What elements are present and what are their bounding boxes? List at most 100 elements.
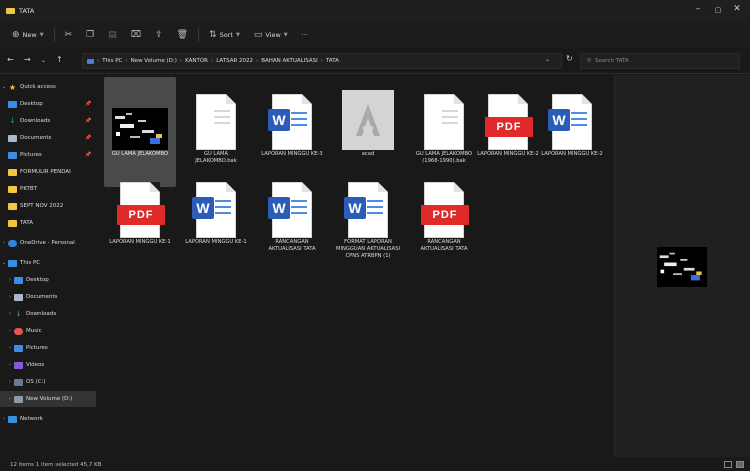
- pin-icon: 📌: [85, 101, 92, 107]
- search-box[interactable]: ⚲: [580, 53, 740, 69]
- divider: [53, 28, 55, 42]
- nav-desktop[interactable]: Desktop 📌: [0, 96, 96, 112]
- nav-pktbt[interactable]: PKTBT: [0, 181, 96, 197]
- desktop-icon: [14, 276, 23, 284]
- recent-chevron-icon[interactable]: ⌄: [41, 57, 46, 64]
- address-bar[interactable]: › This PC › New Volume (D:) › KANTOR › L…: [82, 53, 562, 69]
- nav-label: Documents: [20, 135, 52, 141]
- star-icon: ★: [8, 82, 17, 92]
- chevron-right-icon: ›: [9, 311, 11, 317]
- nav-label: Desktop: [20, 101, 43, 107]
- cloud-icon: [8, 239, 17, 247]
- nav-label: Downloads: [26, 311, 57, 317]
- file-item[interactable]: W FORMAT LAPORAN MINGGUAN AKTUALISASI CP…: [332, 165, 404, 275]
- word-document-icon: W: [548, 94, 592, 150]
- folder-icon: [8, 202, 17, 210]
- new-button[interactable]: ⊕ New ▼: [8, 27, 48, 43]
- forward-arrow-icon[interactable]: →: [24, 55, 31, 64]
- trash-icon: 🗑: [176, 30, 189, 40]
- drive-icon: [14, 395, 23, 403]
- word-document-icon: W: [268, 182, 312, 238]
- breadcrumb-separator: ›: [97, 58, 100, 64]
- chevron-right-icon: ›: [9, 362, 11, 368]
- chevron-right-icon: ›: [3, 416, 5, 422]
- command-bar: ⊕ New ▼ ✂ ❐ ▤ ⌧ ⇪ 🗑 ⇅ Sort ▼ ▭ View ▼ ··…: [0, 22, 750, 48]
- share-icon: ⇪: [155, 30, 163, 40]
- breadcrumb-tata[interactable]: TATA: [326, 58, 339, 64]
- breadcrumb-latsar[interactable]: LATSAR 2022: [216, 58, 253, 64]
- nav-onedrive[interactable]: › OneDrive - Personal: [0, 235, 96, 251]
- nav-pc-downloads[interactable]: › ↓ Downloads: [0, 306, 96, 322]
- file-name: acad: [361, 151, 375, 157]
- copy-icon: ❐: [86, 30, 95, 40]
- back-arrow-icon[interactable]: ←: [7, 55, 14, 64]
- breadcrumb-bahan[interactable]: BAHAN AKTUALISASI: [261, 58, 318, 64]
- folder-icon: [8, 168, 17, 176]
- up-arrow-icon[interactable]: ↑: [56, 55, 63, 64]
- share-button[interactable]: ⇪: [151, 27, 167, 43]
- breadcrumb-new-volume[interactable]: New Volume (D:): [131, 58, 177, 64]
- nav-formulir-pendai[interactable]: FORMULIR PENDAI: [0, 164, 96, 180]
- blank-file-icon: [196, 94, 236, 150]
- desktop-icon: [8, 100, 17, 108]
- scissors-icon: ✂: [64, 30, 73, 40]
- nav-pc-desktop[interactable]: › Desktop: [0, 272, 96, 288]
- nav-label: Pictures: [20, 152, 42, 158]
- breadcrumb-this-pc[interactable]: This PC: [102, 58, 122, 64]
- delete-button[interactable]: 🗑: [173, 27, 192, 43]
- view-button[interactable]: ▭ View ▼: [250, 27, 292, 43]
- nav-label: SEPT NOV 2022: [20, 203, 64, 209]
- close-button[interactable]: ✕: [727, 4, 747, 14]
- nav-pc-music[interactable]: › Music: [0, 323, 96, 339]
- nav-pc-new-volume-d[interactable]: › New Volume (D:): [0, 391, 96, 407]
- more-options-button[interactable]: ···: [298, 28, 312, 42]
- nav-tata[interactable]: TATA: [0, 215, 96, 231]
- nav-quick-access[interactable]: ⌄ ★ Quick access: [0, 79, 96, 95]
- file-item[interactable]: W LAPORAN MINGGU KE-1: [180, 165, 252, 275]
- documents-icon: [8, 134, 17, 142]
- large-icons-view-button[interactable]: [736, 461, 744, 468]
- file-item[interactable]: PDF LAPORAN MINGGU KE-2: [472, 77, 544, 187]
- breadcrumb-kantor[interactable]: KANTOR: [185, 58, 208, 64]
- sort-button[interactable]: ⇅ Sort ▼: [205, 27, 244, 43]
- nav-downloads[interactable]: ↓ Downloads 📌: [0, 113, 96, 129]
- autocad-icon: [342, 90, 394, 150]
- file-item[interactable]: PDF RANCANGAN AKTUALISASI TATA: [408, 165, 480, 275]
- maximize-button[interactable]: ▢: [708, 6, 728, 14]
- nav-pc-videos[interactable]: › Videos: [0, 357, 96, 373]
- network-icon: [8, 415, 17, 423]
- sort-icon: ⇅: [209, 30, 217, 40]
- minimize-button[interactable]: –: [688, 4, 708, 14]
- word-document-icon: W: [344, 182, 388, 238]
- details-view-button[interactable]: [724, 461, 732, 468]
- navigation-pane: ⌄ ★ Quick access Desktop 📌 ↓ Downloads 📌…: [0, 75, 98, 457]
- refresh-icon[interactable]: ↻: [566, 54, 573, 63]
- nav-label: FORMULIR PENDAI: [20, 169, 71, 175]
- pin-icon: 📌: [85, 135, 92, 141]
- chevron-right-icon: ›: [3, 240, 5, 246]
- music-icon: [14, 327, 23, 335]
- nav-this-pc[interactable]: ⌄ This PC: [0, 255, 96, 271]
- nav-label: Documents: [26, 294, 58, 300]
- rename-button[interactable]: ⌧: [127, 27, 145, 43]
- file-name: GU LAMA JELAKOMBO: [111, 151, 169, 157]
- address-dropdown-icon[interactable]: ⌄: [545, 56, 550, 63]
- nav-sept-nov-2022[interactable]: SEPT NOV 2022: [0, 198, 96, 214]
- file-item[interactable]: PDF LAPORAN MINGGU KE-1: [104, 165, 176, 275]
- pdf-document-icon: PDF: [485, 94, 533, 150]
- drive-icon: [14, 378, 23, 386]
- search-input[interactable]: [595, 58, 726, 64]
- nav-documents[interactable]: Documents 📌: [0, 130, 96, 146]
- nav-pictures[interactable]: Pictures 📌: [0, 147, 96, 163]
- paste-button[interactable]: ▤: [104, 27, 121, 43]
- file-item[interactable]: W LAPORAN MINGGU KE-2: [536, 77, 608, 187]
- nav-pc-documents[interactable]: › Documents: [0, 289, 96, 305]
- nav-pc-os-c[interactable]: › OS (C:): [0, 374, 96, 390]
- copy-button[interactable]: ❐: [82, 27, 98, 43]
- documents-icon: [14, 293, 23, 301]
- nav-pc-pictures[interactable]: › Pictures: [0, 340, 96, 356]
- cut-button[interactable]: ✂: [61, 27, 77, 43]
- chevron-right-icon: ›: [9, 345, 11, 351]
- nav-network[interactable]: › Network: [0, 411, 96, 427]
- file-item[interactable]: W RANCANGAN AKTUALISASI TATA: [256, 165, 328, 275]
